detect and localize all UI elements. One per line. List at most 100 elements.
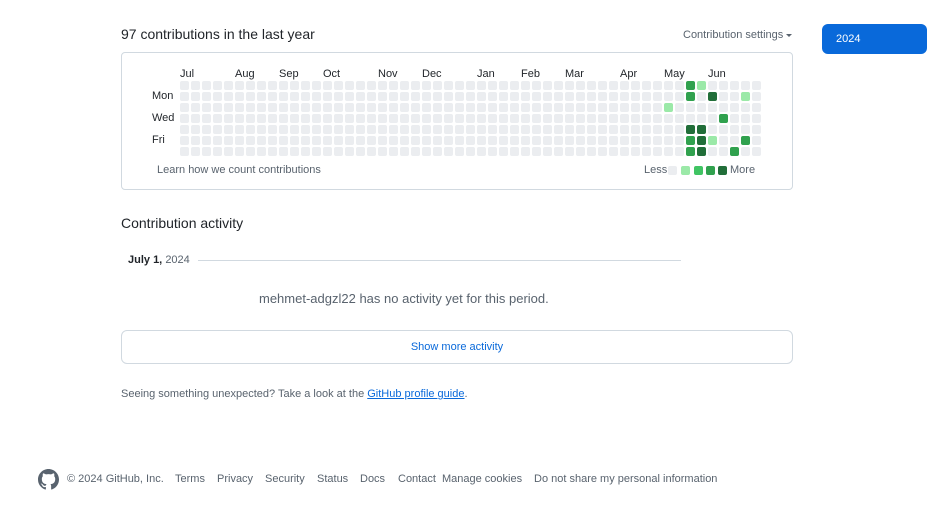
contribution-day-cell[interactable]: [609, 147, 618, 156]
contribution-day-cell[interactable]: [708, 103, 717, 112]
contribution-day-cell[interactable]: [389, 103, 398, 112]
contribution-day-cell[interactable]: [202, 147, 211, 156]
contribution-day-cell[interactable]: [356, 125, 365, 134]
contribution-day-cell[interactable]: [741, 92, 750, 101]
contribution-day-cell[interactable]: [213, 114, 222, 123]
contribution-day-cell[interactable]: [235, 147, 244, 156]
contribution-day-cell[interactable]: [180, 114, 189, 123]
contribution-day-cell[interactable]: [521, 114, 530, 123]
contribution-day-cell[interactable]: [301, 81, 310, 90]
contribution-day-cell[interactable]: [697, 136, 706, 145]
contribution-day-cell[interactable]: [268, 81, 277, 90]
contribution-day-cell[interactable]: [290, 114, 299, 123]
contribution-day-cell[interactable]: [224, 81, 233, 90]
contribution-day-cell[interactable]: [367, 114, 376, 123]
contribution-day-cell[interactable]: [334, 103, 343, 112]
contribution-day-cell[interactable]: [631, 136, 640, 145]
contribution-day-cell[interactable]: [510, 81, 519, 90]
contribution-day-cell[interactable]: [312, 147, 321, 156]
contribution-day-cell[interactable]: [752, 147, 761, 156]
contribution-day-cell[interactable]: [466, 103, 475, 112]
contribution-day-cell[interactable]: [455, 147, 464, 156]
contribution-day-cell[interactable]: [587, 92, 596, 101]
contribution-day-cell[interactable]: [411, 103, 420, 112]
footer-manage-cookies-link[interactable]: Manage cookies: [442, 473, 522, 485]
contribution-day-cell[interactable]: [334, 114, 343, 123]
contribution-day-cell[interactable]: [653, 92, 662, 101]
contribution-day-cell[interactable]: [741, 114, 750, 123]
contribution-day-cell[interactable]: [268, 125, 277, 134]
contribution-day-cell[interactable]: [719, 147, 728, 156]
contribution-day-cell[interactable]: [499, 125, 508, 134]
contribution-day-cell[interactable]: [213, 125, 222, 134]
contribution-day-cell[interactable]: [433, 136, 442, 145]
contribution-day-cell[interactable]: [180, 136, 189, 145]
contribution-day-cell[interactable]: [554, 92, 563, 101]
contribution-day-cell[interactable]: [752, 103, 761, 112]
contribution-day-cell[interactable]: [202, 92, 211, 101]
contribution-day-cell[interactable]: [598, 125, 607, 134]
contribution-day-cell[interactable]: [224, 114, 233, 123]
contribution-day-cell[interactable]: [301, 147, 310, 156]
contribution-day-cell[interactable]: [257, 92, 266, 101]
contribution-day-cell[interactable]: [422, 81, 431, 90]
contribution-day-cell[interactable]: [532, 103, 541, 112]
contribution-day-cell[interactable]: [213, 81, 222, 90]
contribution-day-cell[interactable]: [477, 125, 486, 134]
contribution-day-cell[interactable]: [730, 147, 739, 156]
contribution-day-cell[interactable]: [510, 92, 519, 101]
contribution-day-cell[interactable]: [609, 125, 618, 134]
contribution-day-cell[interactable]: [224, 147, 233, 156]
contribution-day-cell[interactable]: [697, 81, 706, 90]
contribution-day-cell[interactable]: [444, 103, 453, 112]
contribution-day-cell[interactable]: [345, 103, 354, 112]
contribution-day-cell[interactable]: [444, 136, 453, 145]
contribution-day-cell[interactable]: [631, 103, 640, 112]
contribution-day-cell[interactable]: [444, 92, 453, 101]
contribution-day-cell[interactable]: [477, 114, 486, 123]
contribution-day-cell[interactable]: [719, 103, 728, 112]
contribution-day-cell[interactable]: [675, 136, 684, 145]
contribution-day-cell[interactable]: [268, 114, 277, 123]
contribution-day-cell[interactable]: [279, 136, 288, 145]
contribution-day-cell[interactable]: [235, 81, 244, 90]
contribution-day-cell[interactable]: [389, 81, 398, 90]
contribution-day-cell[interactable]: [565, 136, 574, 145]
contribution-day-cell[interactable]: [378, 125, 387, 134]
contribution-day-cell[interactable]: [411, 147, 420, 156]
contribution-day-cell[interactable]: [246, 92, 255, 101]
contribution-day-cell[interactable]: [664, 92, 673, 101]
contribution-day-cell[interactable]: [587, 81, 596, 90]
contribution-day-cell[interactable]: [312, 136, 321, 145]
contribution-day-cell[interactable]: [543, 125, 552, 134]
contribution-day-cell[interactable]: [565, 114, 574, 123]
contribution-day-cell[interactable]: [697, 103, 706, 112]
contribution-day-cell[interactable]: [521, 125, 530, 134]
contribution-day-cell[interactable]: [389, 136, 398, 145]
contribution-day-cell[interactable]: [279, 92, 288, 101]
contribution-day-cell[interactable]: [345, 125, 354, 134]
contribution-day-cell[interactable]: [576, 136, 585, 145]
contribution-day-cell[interactable]: [620, 81, 629, 90]
contribution-day-cell[interactable]: [708, 125, 717, 134]
contribution-day-cell[interactable]: [257, 147, 266, 156]
contribution-day-cell[interactable]: [708, 147, 717, 156]
contribution-day-cell[interactable]: [345, 147, 354, 156]
contribution-day-cell[interactable]: [543, 103, 552, 112]
contribution-day-cell[interactable]: [521, 147, 530, 156]
contribution-day-cell[interactable]: [741, 125, 750, 134]
contribution-day-cell[interactable]: [642, 147, 651, 156]
contribution-day-cell[interactable]: [554, 136, 563, 145]
contribution-day-cell[interactable]: [279, 114, 288, 123]
contribution-day-cell[interactable]: [367, 125, 376, 134]
contribution-day-cell[interactable]: [202, 114, 211, 123]
show-more-activity-button[interactable]: Show more activity: [121, 330, 793, 364]
contribution-day-cell[interactable]: [334, 92, 343, 101]
contribution-day-cell[interactable]: [455, 114, 464, 123]
contribution-day-cell[interactable]: [312, 125, 321, 134]
contribution-day-cell[interactable]: [191, 81, 200, 90]
contribution-day-cell[interactable]: [257, 103, 266, 112]
contribution-day-cell[interactable]: [752, 81, 761, 90]
contribution-day-cell[interactable]: [532, 114, 541, 123]
contribution-day-cell[interactable]: [466, 147, 475, 156]
